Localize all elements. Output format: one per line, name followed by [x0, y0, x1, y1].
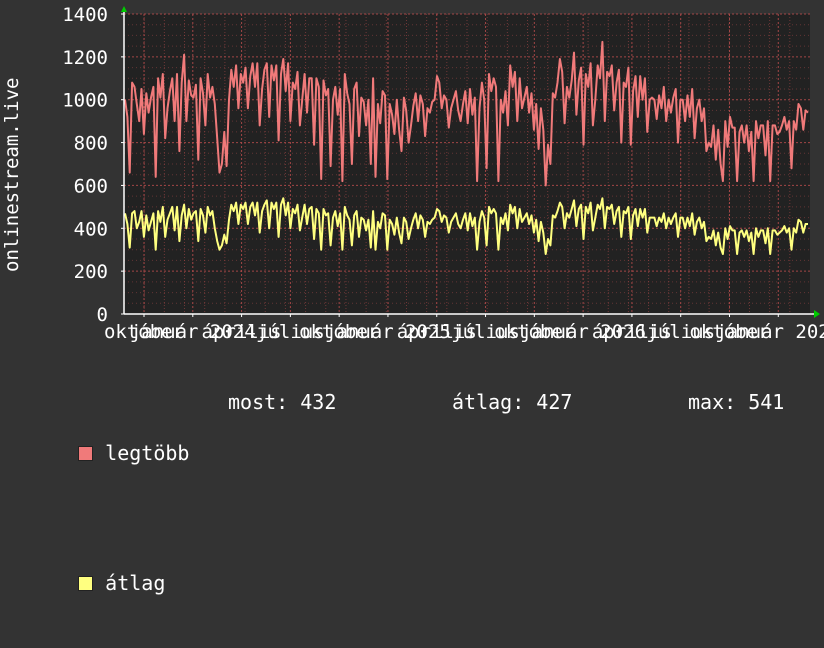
x-axis-arrow: [814, 310, 820, 318]
legend-swatch-atlag: [78, 576, 94, 591]
legend-item-atlag: átlag: [30, 544, 189, 622]
legend-swatch-legtobb: [78, 446, 94, 461]
stat-max: max: 541: [688, 390, 785, 414]
y-tick-label: 600: [74, 175, 108, 197]
x-tick-labels: októberjanuár 2024áprilisjúliusoktóberja…: [104, 314, 824, 343]
x-tick-label: január 2026: [715, 321, 824, 343]
y-tick-label: 1400: [62, 4, 108, 26]
y-tick-label: 800: [74, 133, 108, 155]
legend-item-legtobb: legtöbb: [30, 414, 189, 492]
stat-most: most: 432: [228, 390, 337, 414]
y-tick-label: 1200: [62, 47, 108, 69]
y-tick-label: 1000: [62, 90, 108, 112]
y-axis-arrow: [121, 6, 127, 12]
legend-label-atlag: átlag: [105, 571, 166, 595]
stat-atlag: átlag: 427: [452, 390, 573, 414]
y-tick-labels: 0200400600800100012001400: [62, 4, 124, 326]
y-tick-label: 400: [74, 218, 108, 240]
legend-label-legtobb: legtöbb: [105, 441, 190, 465]
legend: legtöbb átlag: [30, 362, 189, 648]
y-axis-label: onlinestream.live: [1, 78, 23, 272]
y-tick-label: 200: [74, 261, 108, 283]
